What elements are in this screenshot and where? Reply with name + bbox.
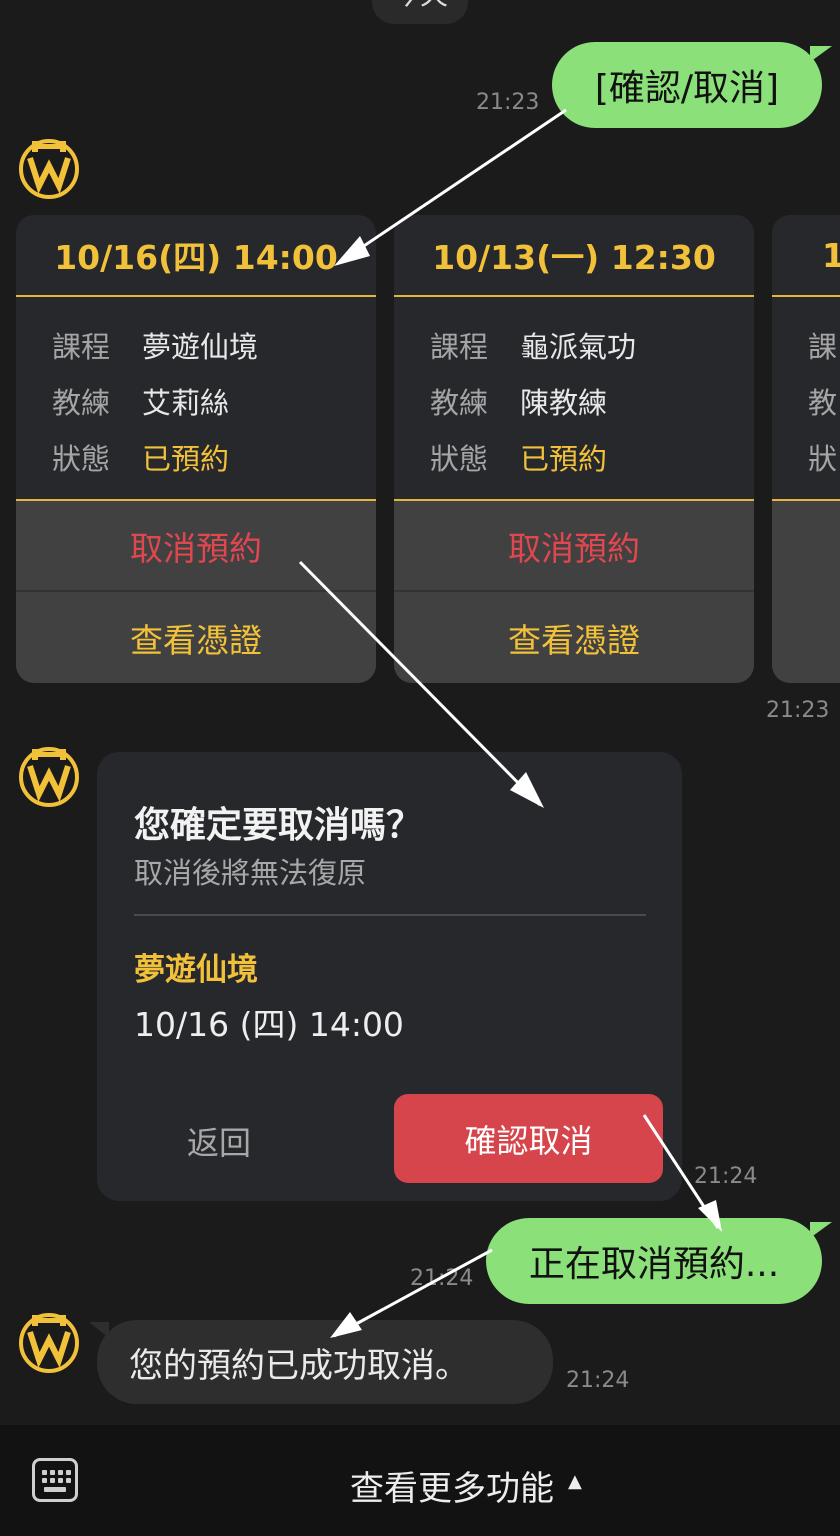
arrow-to-result xyxy=(333,1248,493,1338)
arrow-to-dialog xyxy=(298,560,542,807)
caret-up-icon[interactable]: ▲ xyxy=(568,1471,582,1492)
bottom-menu-bar: 查看更多功能 ▲ xyxy=(0,1425,840,1536)
arrow-to-card xyxy=(339,108,567,264)
annotation-arrows xyxy=(298,108,722,1338)
keyboard-icon[interactable] xyxy=(32,1458,78,1502)
more-features-button[interactable]: 查看更多功能 xyxy=(350,1461,554,1510)
